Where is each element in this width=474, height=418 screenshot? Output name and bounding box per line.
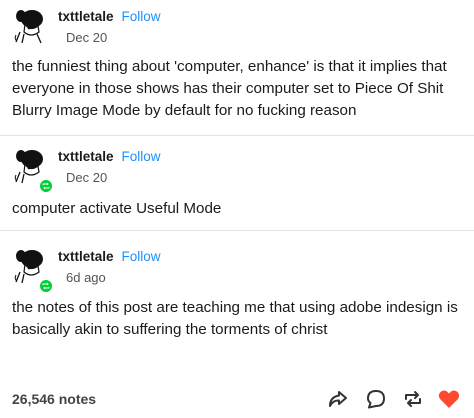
- avatar[interactable]: [12, 248, 54, 294]
- name-row: txttletale Follow: [58, 8, 161, 26]
- reply-button[interactable]: [364, 387, 388, 411]
- username[interactable]: txttletale: [58, 149, 114, 164]
- notes-count[interactable]: 26,546 notes: [12, 391, 96, 407]
- reblog-badge-icon: [38, 178, 54, 194]
- username[interactable]: txttletale: [58, 249, 114, 264]
- post-footer: 26,546 notes: [0, 380, 474, 418]
- post-header: txttletale Follow 6d ago: [12, 248, 452, 294]
- username[interactable]: txttletale: [58, 9, 114, 24]
- follow-button[interactable]: Follow: [122, 9, 161, 24]
- share-button[interactable]: [326, 387, 350, 411]
- post-header: txttletale Follow Dec 20: [12, 148, 452, 194]
- post-entry-2: txttletale Follow Dec 20 computer activat…: [0, 136, 474, 228]
- post-date[interactable]: Dec 20: [66, 170, 107, 186]
- reblog-button[interactable]: [401, 387, 425, 411]
- post-header: txttletale Follow Dec 20: [12, 8, 452, 52]
- name-row: txttletale Follow: [58, 148, 161, 166]
- like-heart-icon: [438, 390, 460, 408]
- post-body: the funniest thing about 'computer, enha…: [12, 58, 447, 119]
- post-body: the notes of this post are teaching me t…: [12, 299, 458, 338]
- follow-button[interactable]: Follow: [122, 249, 161, 264]
- post-body: computer activate Useful Mode: [12, 200, 222, 217]
- name-row: txttletale Follow: [58, 248, 161, 266]
- reblog-icon: [405, 391, 421, 407]
- avatar[interactable]: [12, 148, 54, 194]
- avatar-cartoon-icon: [14, 10, 43, 44]
- avatar[interactable]: [12, 8, 48, 44]
- post-entry-3: txttletale Follow 6d ago the notes of thi…: [0, 231, 474, 371]
- post-date[interactable]: Dec 20: [66, 30, 107, 46]
- follow-button[interactable]: Follow: [122, 149, 161, 164]
- share-icon: [329, 391, 347, 407]
- tumblr-post: txttletale Follow Dec 20 the funniest thi…: [0, 0, 474, 418]
- post-entry-1: txttletale Follow Dec 20 the funniest thi…: [0, 0, 474, 128]
- reply-icon: [367, 390, 385, 409]
- like-button[interactable]: [437, 387, 461, 411]
- post-date[interactable]: 6d ago: [66, 270, 106, 286]
- reblog-badge-icon: [38, 278, 54, 294]
